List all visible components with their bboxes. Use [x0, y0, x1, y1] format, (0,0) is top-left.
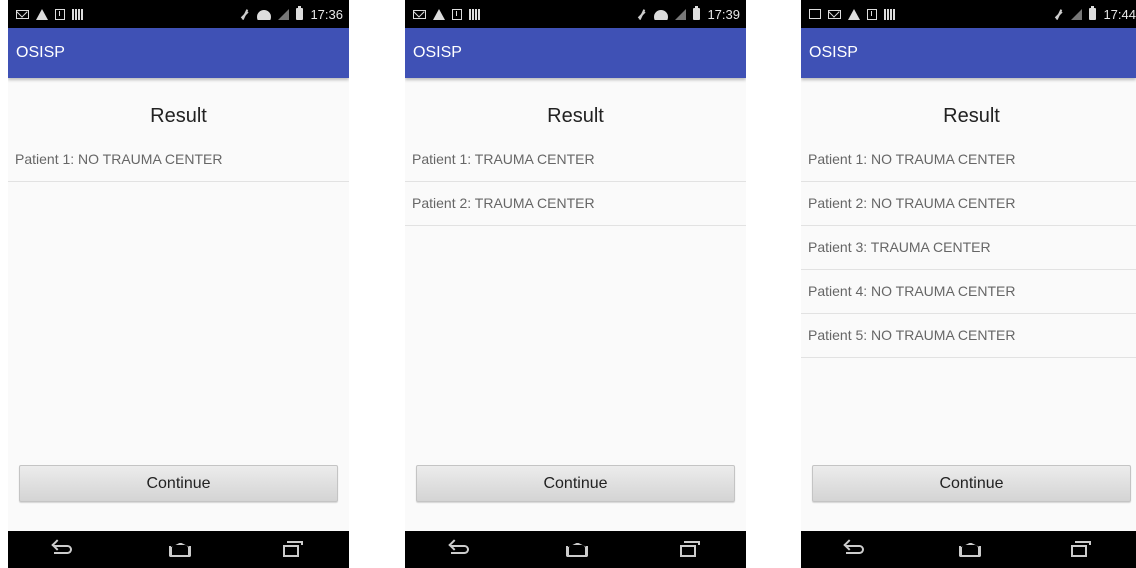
signal-icon: [1071, 8, 1083, 20]
warning-icon: [433, 8, 445, 20]
result-heading: Result: [943, 105, 1000, 127]
list-item[interactable]: Patient 4: NO TRAUMA CENTER: [801, 270, 1136, 314]
list-item[interactable]: Patient 1: TRAUMA CENTER: [405, 138, 746, 182]
status-bar: 17:36: [8, 0, 349, 28]
navigation-bar: [405, 531, 746, 568]
battery-icon: [1089, 6, 1097, 20]
patient-list: Patient 1: TRAUMA CENTER Patient 2: TRAU…: [405, 138, 746, 226]
download-icon: [55, 8, 65, 20]
phone-screen-2: 17:39 OSISP Result Patient 1: TRAUMA CEN…: [405, 0, 746, 568]
phone-screen-3: 17:44 OSISP Result Patient 1: NO TRAUMA …: [801, 0, 1136, 568]
mail-icon: [413, 9, 426, 19]
status-time: 17:36: [310, 6, 343, 22]
signal-icon: [278, 8, 290, 20]
mute-icon: [636, 9, 647, 20]
home-icon[interactable]: [560, 540, 590, 560]
list-item[interactable]: Patient 1: NO TRAUMA CENTER: [801, 138, 1136, 182]
status-bar: 17:39: [405, 0, 746, 28]
home-icon[interactable]: [163, 540, 193, 560]
app-bar: OSISP: [801, 28, 1136, 78]
barcode-icon: [469, 8, 480, 20]
wifi-icon: [257, 8, 271, 20]
patient-list: Patient 1: NO TRAUMA CENTER Patient 2: N…: [801, 138, 1136, 358]
list-item[interactable]: Patient 3: TRAUMA CENTER: [801, 226, 1136, 270]
home-icon[interactable]: [953, 540, 983, 560]
status-time: 17:39: [707, 6, 740, 22]
app-title: OSISP: [413, 44, 462, 61]
result-heading: Result: [150, 105, 207, 127]
barcode-icon: [72, 8, 83, 20]
image-icon: [809, 9, 821, 19]
app-title: OSISP: [809, 44, 858, 61]
list-item[interactable]: Patient 2: TRAUMA CENTER: [405, 182, 746, 226]
mute-icon: [239, 9, 250, 20]
download-icon: [452, 8, 462, 20]
status-time: 17:44: [1103, 6, 1136, 22]
navigation-bar: [801, 531, 1136, 568]
status-bar: 17:44: [801, 0, 1136, 28]
patient-list: Patient 1: NO TRAUMA CENTER: [8, 138, 349, 182]
download-icon: [867, 8, 877, 20]
warning-icon: [36, 8, 48, 20]
signal-icon: [675, 8, 687, 20]
mail-icon: [16, 9, 29, 19]
continue-button[interactable]: Continue: [19, 465, 338, 502]
wifi-icon: [654, 8, 668, 20]
battery-icon: [296, 6, 304, 20]
mute-icon: [1053, 9, 1064, 20]
back-icon[interactable]: [50, 540, 80, 560]
app-bar: OSISP: [405, 28, 746, 78]
list-item[interactable]: Patient 1: NO TRAUMA CENTER: [8, 138, 349, 182]
continue-button[interactable]: Continue: [416, 465, 735, 502]
navigation-bar: [8, 531, 349, 568]
list-item[interactable]: Patient 2: NO TRAUMA CENTER: [801, 182, 1136, 226]
result-heading: Result: [547, 105, 604, 127]
warning-icon: [848, 8, 860, 20]
recent-apps-icon[interactable]: [277, 540, 307, 560]
phone-screen-1: 17:36 OSISP Result Patient 1: NO TRAUMA …: [8, 0, 349, 568]
list-item[interactable]: Patient 5: NO TRAUMA CENTER: [801, 314, 1136, 358]
barcode-icon: [884, 8, 895, 20]
recent-apps-icon[interactable]: [1065, 540, 1095, 560]
back-icon[interactable]: [447, 540, 477, 560]
recent-apps-icon[interactable]: [674, 540, 704, 560]
mail-icon: [828, 9, 841, 19]
continue-button[interactable]: Continue: [812, 465, 1131, 502]
app-bar: OSISP: [8, 28, 349, 78]
app-title: OSISP: [16, 44, 65, 61]
battery-icon: [693, 6, 701, 20]
back-icon[interactable]: [842, 540, 872, 560]
